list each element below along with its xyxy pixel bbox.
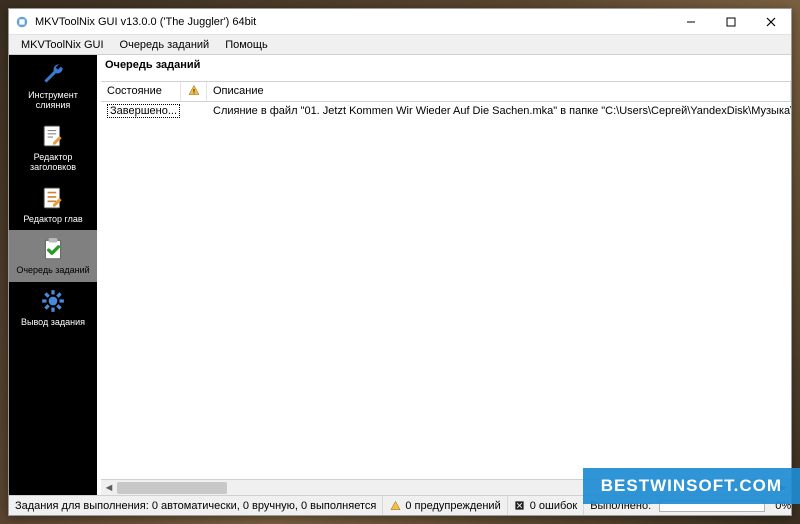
window-title: MKVToolNix GUI v13.0.0 ('The Juggler') 6… bbox=[35, 16, 671, 28]
menu-help[interactable]: Помощь bbox=[217, 37, 276, 53]
panel-title: Очередь заданий bbox=[97, 55, 791, 77]
sidebar-item-label: Редактор глав bbox=[11, 215, 95, 225]
gear-icon bbox=[39, 287, 67, 315]
scroll-thumb[interactable] bbox=[117, 482, 227, 494]
status-pending: Задания для выполнения: 0 автоматически,… bbox=[9, 496, 383, 515]
job-list: Состояние ! Описание Завершено... Слия bbox=[101, 81, 791, 495]
sidebar-item-label: Редактор заголовков bbox=[11, 153, 95, 173]
watermark: BESTWINSOFT.COM bbox=[583, 468, 800, 504]
job-status-cell: Завершено... bbox=[101, 103, 181, 119]
sidebar-item-job-output[interactable]: Вывод задания bbox=[9, 282, 97, 334]
sidebar-item-merge-tool[interactable]: Инструмент слияния bbox=[9, 55, 97, 117]
clipboard-check-icon bbox=[39, 235, 67, 263]
sidebar-item-job-queue[interactable]: Очередь заданий bbox=[9, 230, 97, 282]
app-icon bbox=[15, 15, 29, 29]
menu-job-queue[interactable]: Очередь заданий bbox=[112, 37, 218, 53]
error-icon bbox=[514, 500, 526, 512]
column-status[interactable]: Состояние bbox=[101, 82, 181, 101]
edit-document-icon bbox=[39, 122, 67, 150]
edit-chapters-icon bbox=[39, 184, 67, 212]
sidebar: Инструмент слияния Редактор заголовков Р… bbox=[9, 55, 97, 495]
main-panel: Очередь заданий Состояние ! Описание bbox=[97, 55, 791, 495]
svg-text:!: ! bbox=[193, 90, 195, 96]
column-description[interactable]: Описание bbox=[207, 82, 791, 101]
scroll-left-icon[interactable]: ◄ bbox=[101, 480, 117, 496]
sidebar-item-header-editor[interactable]: Редактор заголовков bbox=[9, 117, 97, 179]
sidebar-item-label: Вывод задания bbox=[11, 318, 95, 328]
status-warnings: 0 предупреждений bbox=[383, 496, 507, 515]
sidebar-item-label: Инструмент слияния bbox=[11, 91, 95, 111]
maximize-button[interactable] bbox=[711, 9, 751, 35]
sidebar-item-label: Очередь заданий bbox=[11, 266, 95, 276]
minimize-button[interactable] bbox=[671, 9, 711, 35]
status-errors: 0 ошибок bbox=[508, 496, 585, 515]
menu-mkvtoolnix-gui[interactable]: MKVToolNix GUI bbox=[13, 37, 112, 53]
menubar: MKVToolNix GUI Очередь заданий Помощь bbox=[9, 35, 791, 55]
close-button[interactable] bbox=[751, 9, 791, 35]
column-headers: Состояние ! Описание bbox=[101, 82, 791, 102]
job-warning-cell bbox=[181, 109, 207, 113]
job-row[interactable]: Завершено... Слияние в файл "01. Jetzt K… bbox=[101, 102, 791, 120]
wrench-icon bbox=[39, 60, 67, 88]
column-warning[interactable]: ! bbox=[181, 82, 207, 101]
app-window: MKVToolNix GUI v13.0.0 ('The Juggler') 6… bbox=[8, 8, 792, 516]
titlebar: MKVToolNix GUI v13.0.0 ('The Juggler') 6… bbox=[9, 9, 791, 35]
warning-icon: ! bbox=[188, 84, 200, 99]
job-description-cell: Слияние в файл "01. Jetzt Kommen Wir Wie… bbox=[207, 103, 791, 119]
warning-icon bbox=[389, 500, 401, 512]
sidebar-item-chapter-editor[interactable]: Редактор глав bbox=[9, 179, 97, 231]
